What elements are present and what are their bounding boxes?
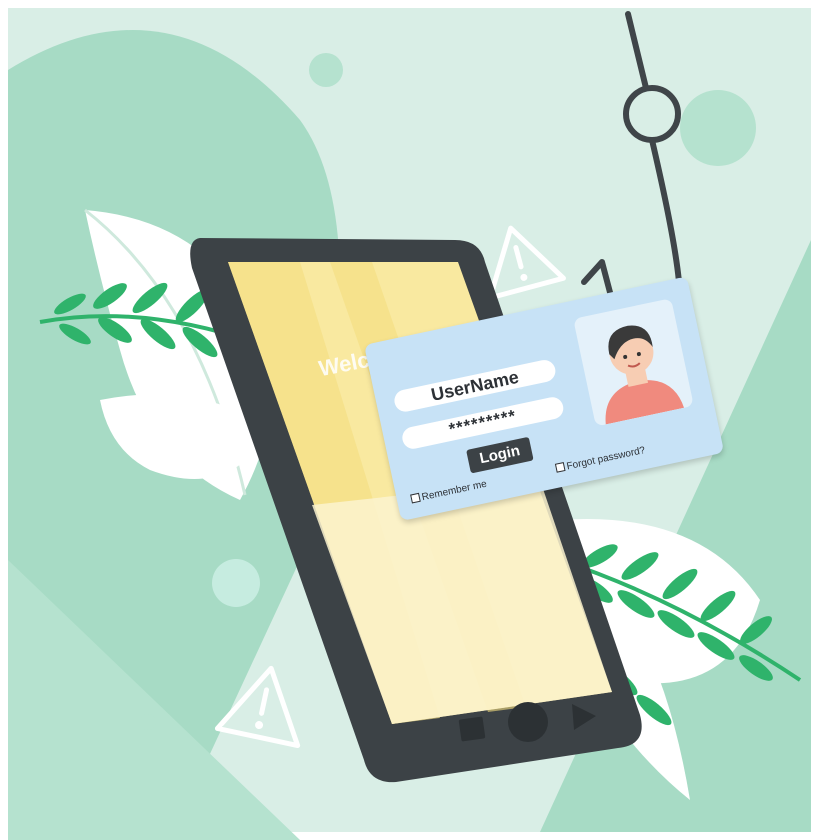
remember-me-checkbox[interactable]: Remember me [410, 479, 488, 506]
phishing-illustration: Welcome! UserName ********* Login Rememb… [0, 0, 819, 840]
login-button[interactable]: Login [466, 436, 534, 474]
forgot-password-checkbox[interactable]: Forgot password? [554, 444, 647, 475]
checkbox-icon [554, 462, 566, 473]
avatar [573, 298, 694, 427]
decor-circle [680, 90, 756, 166]
decor-circle [309, 53, 343, 87]
decor-circle [140, 714, 156, 730]
user-avatar-icon [605, 325, 685, 425]
remember-me-label: Remember me [420, 478, 488, 504]
stop-icon [458, 716, 486, 742]
home-button [508, 702, 548, 742]
forgot-password-label: Forgot password? [565, 444, 647, 473]
checkbox-icon [410, 492, 421, 504]
decor-circle [212, 559, 260, 607]
